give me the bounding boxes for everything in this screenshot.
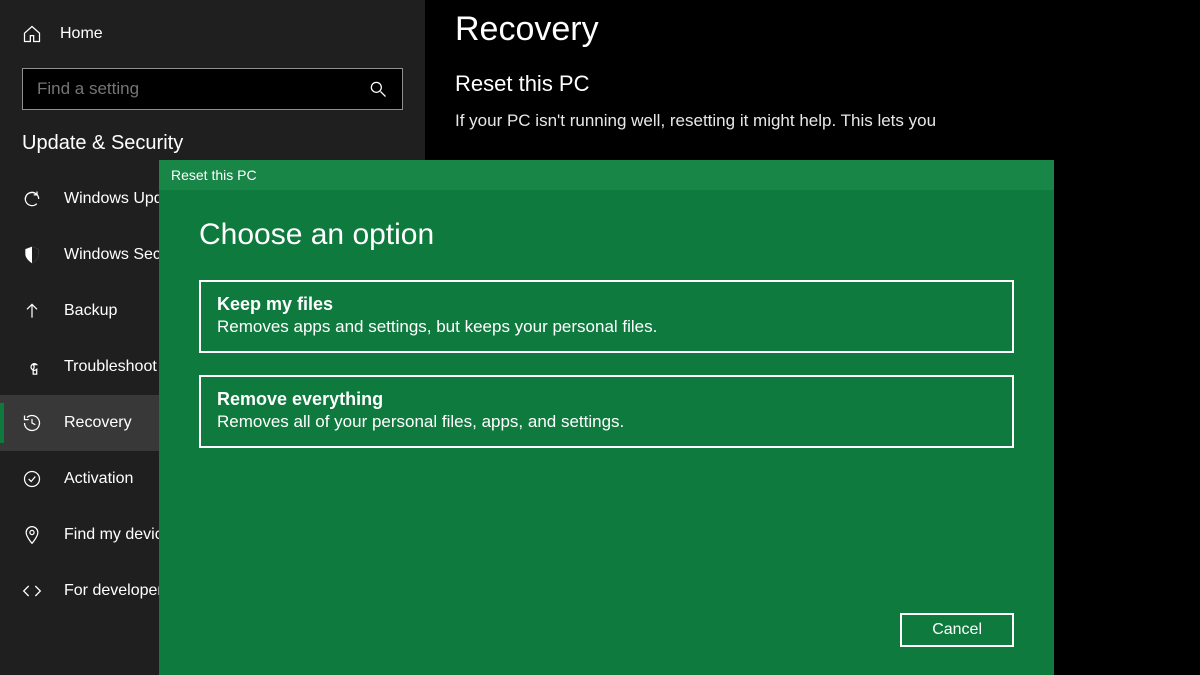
sync-icon [22, 189, 42, 209]
option-keep-my-files[interactable]: Keep my files Removes apps and settings,… [199, 280, 1014, 353]
location-icon [22, 525, 42, 545]
settings-search[interactable] [22, 68, 403, 110]
option-title: Remove everything [217, 389, 996, 410]
option-title: Keep my files [217, 294, 996, 315]
page-title: Recovery [455, 10, 1160, 49]
sidebar-item-label: Recovery [64, 414, 132, 432]
option-remove-everything[interactable]: Remove everything Removes all of your pe… [199, 375, 1014, 448]
code-icon [22, 581, 42, 601]
section-body-text: If your PC isn't running well, resetting… [455, 111, 1160, 131]
dialog-titlebar: Reset this PC [159, 160, 1054, 190]
check-circle-icon [22, 469, 42, 489]
option-description: Removes apps and settings, but keeps you… [217, 317, 996, 337]
up-arrow-icon [22, 301, 42, 321]
search-input[interactable] [37, 79, 318, 99]
home-label: Home [60, 25, 103, 43]
option-description: Removes all of your personal files, apps… [217, 412, 996, 432]
cancel-button[interactable]: Cancel [900, 613, 1014, 647]
section-subtitle: Reset this PC [455, 71, 1160, 97]
history-icon [22, 413, 42, 433]
home-nav-item[interactable]: Home [0, 14, 425, 62]
dialog-body: Choose an option Keep my files Removes a… [159, 190, 1054, 675]
shield-icon [22, 245, 42, 265]
sidebar-item-label: Activation [64, 470, 133, 488]
sidebar-item-label: For developers [64, 582, 171, 600]
reset-pc-dialog: Reset this PC Choose an option Keep my f… [159, 160, 1054, 675]
sidebar-item-label: Troubleshoot [64, 358, 157, 376]
sidebar-item-label: Find my device [64, 526, 172, 544]
dialog-heading: Choose an option [199, 218, 1014, 252]
sidebar-item-label: Backup [64, 302, 117, 320]
home-icon [22, 24, 42, 44]
wrench-icon [22, 357, 42, 377]
search-icon [368, 79, 388, 99]
